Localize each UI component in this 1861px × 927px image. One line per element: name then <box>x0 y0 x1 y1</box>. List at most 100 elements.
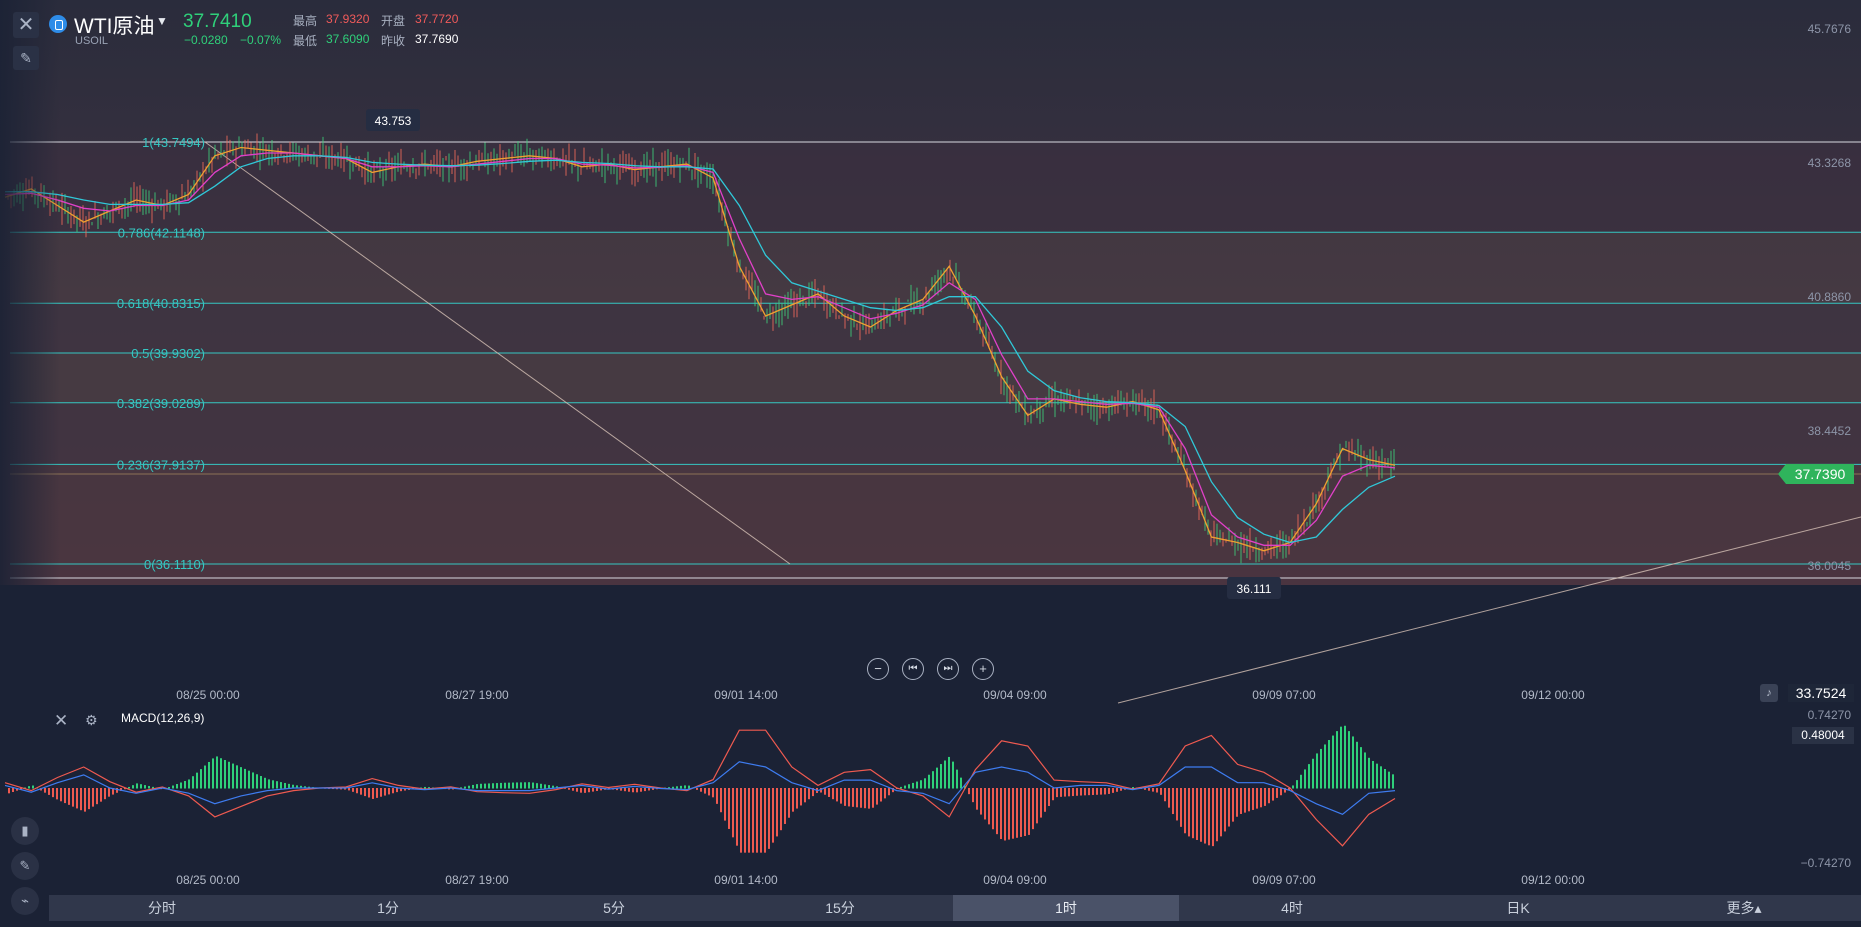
macd-bar <box>272 780 274 789</box>
time-axis-label: 08/27 19:00 <box>445 873 509 887</box>
macd-bar <box>856 788 858 808</box>
macd-bar <box>468 785 470 789</box>
macd-bar <box>872 788 874 808</box>
pencil-icon[interactable]: ✎ <box>11 852 39 880</box>
price-chart[interactable]: 1(43.7494) 0.786(42.1148) 0.618(40.8315) 0.… <box>0 0 1861 927</box>
macd-bar <box>224 760 226 789</box>
macd-bar <box>644 788 646 792</box>
macd-bar <box>640 788 642 792</box>
macd-bar <box>592 788 594 792</box>
indicator-icon[interactable]: ⌁ <box>11 887 39 915</box>
tab-more[interactable]: 更多▴ <box>1631 895 1857 921</box>
macd-bar <box>220 758 222 789</box>
macd-bar <box>1004 788 1006 841</box>
macd-bar <box>732 788 734 838</box>
macd-bar <box>348 788 350 791</box>
macd-bar <box>536 783 538 789</box>
time-axis-label: 08/25 00:00 <box>176 873 240 887</box>
time-axis-label: 09/12 00:00 <box>1521 873 1585 887</box>
macd-bar <box>1220 788 1222 837</box>
macd-axis-top: 0.74270 <box>1808 708 1852 722</box>
skip-back-icon[interactable]: ⏮ <box>902 658 924 680</box>
macd-bar <box>784 788 786 824</box>
gear-icon[interactable]: ⚙ <box>85 712 98 729</box>
macd-bar <box>844 788 846 806</box>
macd-bar <box>240 767 242 789</box>
macd-bar <box>848 788 850 807</box>
macd-bar <box>676 786 678 789</box>
macd-bar <box>384 788 386 796</box>
tab-1m[interactable]: 1分 <box>275 895 501 921</box>
macd-bar <box>1072 788 1074 797</box>
macd-bar <box>92 788 94 807</box>
macd-bar <box>904 785 906 789</box>
macd-bar <box>1296 780 1298 789</box>
current-price-tag: 37.7390 <box>1778 464 1854 484</box>
macd-bar <box>984 788 986 820</box>
macd-bar <box>360 788 362 795</box>
macd-bar <box>8 788 10 794</box>
macd-bar <box>500 782 502 789</box>
macd-bar <box>808 788 810 800</box>
macd-bar <box>424 786 426 789</box>
macd-bar <box>96 788 98 805</box>
symbol-logo-icon <box>49 15 67 33</box>
fib-label: 1(43.7494) <box>142 135 205 150</box>
tab-timeshare[interactable]: 分时 <box>49 895 275 921</box>
macd-bar <box>1392 774 1394 789</box>
price-axis-label: 43.3268 <box>1808 156 1852 170</box>
time-axis-label: 09/01 14:00 <box>714 873 778 887</box>
open-value: 37.7720 <box>415 12 459 26</box>
macd-bar <box>1224 788 1226 832</box>
tab-daily[interactable]: 日K <box>1405 895 1631 921</box>
macd-bar <box>1152 788 1154 792</box>
macd-bar <box>868 788 870 809</box>
macd-bar <box>708 788 710 796</box>
bar-chart-icon[interactable]: ▮ <box>11 817 39 845</box>
macd-bar <box>188 779 190 789</box>
macd-bar <box>44 788 46 793</box>
bell-icon[interactable]: ♪ <box>1760 684 1778 702</box>
macd-bar <box>396 788 398 793</box>
macd-bar <box>140 784 142 789</box>
macd-bar <box>1024 788 1026 837</box>
tab-4h[interactable]: 4时 <box>1179 895 1405 921</box>
macd-bar <box>512 782 514 789</box>
tab-5m[interactable]: 5分 <box>501 895 727 921</box>
macd-bar <box>264 777 266 789</box>
macd-bar <box>1376 763 1378 789</box>
close-icon[interactable]: ✕ <box>13 12 39 38</box>
zoom-in-icon[interactable]: + <box>972 658 994 680</box>
macd-bar <box>132 785 134 789</box>
macd-bar <box>184 780 186 789</box>
macd-bar <box>200 769 202 789</box>
macd-bar <box>712 788 714 798</box>
macd-bar <box>1384 768 1386 789</box>
macd-bar <box>1248 788 1250 812</box>
macd-bar <box>1360 747 1362 789</box>
close-icon[interactable]: ✕ <box>54 711 68 731</box>
macd-bar <box>924 778 926 789</box>
macd-bar <box>352 788 354 792</box>
macd-bar <box>736 788 738 846</box>
macd-bar <box>800 788 802 806</box>
skip-forward-icon[interactable]: ⏭ <box>937 658 959 680</box>
macd-bar <box>484 783 486 789</box>
macd-bar <box>108 788 110 797</box>
macd-bar <box>860 788 862 808</box>
pencil-icon[interactable]: ✎ <box>13 46 39 70</box>
macd-bar <box>1216 788 1218 842</box>
macd-bar <box>916 781 918 789</box>
macd-bar <box>936 767 938 789</box>
tab-15m[interactable]: 15分 <box>727 895 953 921</box>
chevron-down-icon[interactable]: ▼ <box>156 14 168 28</box>
macd-bar <box>1280 788 1282 796</box>
macd-bar <box>952 761 954 789</box>
tab-1h[interactable]: 1时 <box>953 895 1179 921</box>
macd-bar <box>996 788 998 835</box>
macd-bar <box>248 770 250 789</box>
macd-label: MACD(12,26,9) <box>121 711 205 725</box>
zoom-out-icon[interactable]: − <box>867 658 889 680</box>
macd-bar <box>1260 788 1262 808</box>
macd-bar <box>864 788 866 809</box>
